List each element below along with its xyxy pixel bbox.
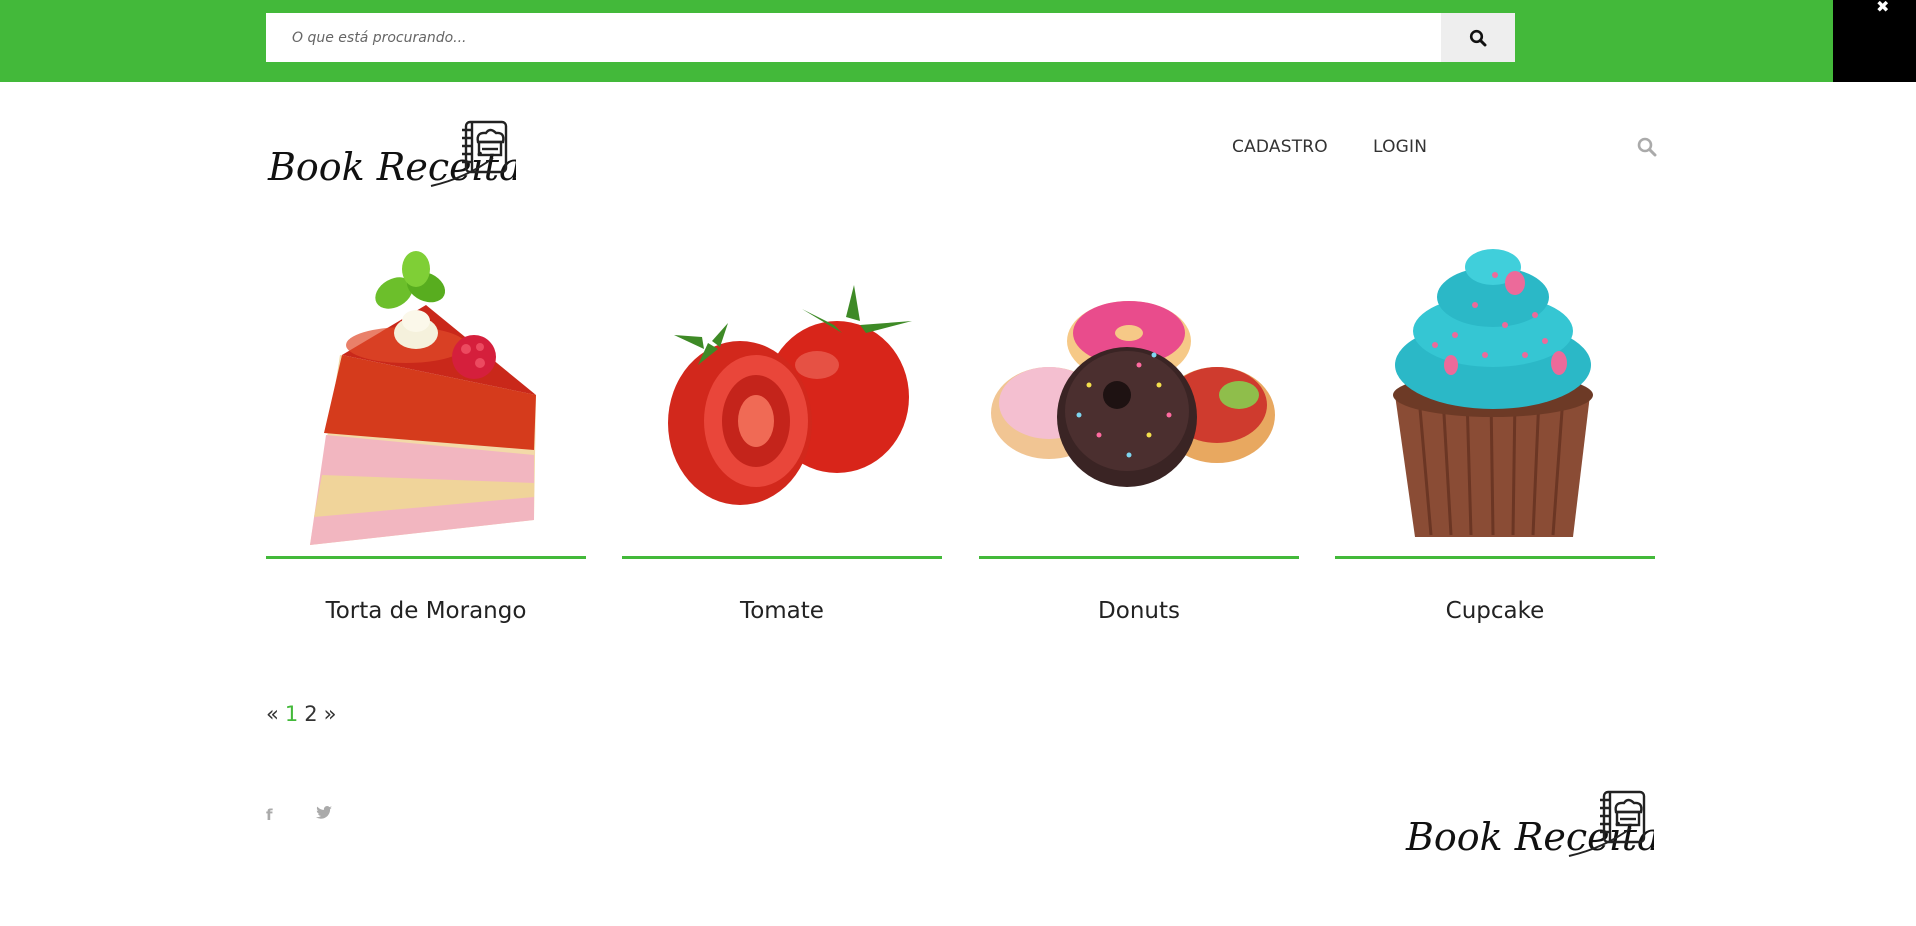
recipe-image-strawberry-cake[interactable] xyxy=(266,245,586,555)
facebook-icon[interactable]: f xyxy=(266,806,273,824)
top-search-bar xyxy=(0,0,1916,82)
recipe-card[interactable]: Cupcake xyxy=(1335,245,1655,640)
recipe-title[interactable]: Cupcake xyxy=(1335,598,1655,624)
recipe-card[interactable]: Torta de Morango xyxy=(266,245,586,640)
recipe-image-donuts[interactable] xyxy=(979,245,1299,555)
pagination-page-2[interactable]: 2 xyxy=(304,702,317,726)
pagination-prev[interactable]: « xyxy=(266,702,279,726)
recipe-image-tomatoes[interactable] xyxy=(622,245,942,555)
pagination: «1 2 » xyxy=(266,702,342,726)
nav-login-link[interactable]: LOGIN xyxy=(1373,137,1427,157)
recipe-image-cupcake[interactable] xyxy=(1335,245,1655,555)
card-divider xyxy=(979,556,1299,559)
close-search-button[interactable]: ✖ xyxy=(1833,0,1916,82)
recipe-title[interactable]: Tomate xyxy=(622,598,942,624)
recipe-title[interactable]: Torta de Morango xyxy=(266,598,586,624)
logo-image: Book Receitas xyxy=(1405,790,1679,859)
close-icon: ✖ xyxy=(1876,0,1890,16)
twitter-icon[interactable] xyxy=(316,806,332,824)
footer-logo[interactable]: Book Receitas xyxy=(1404,786,1679,866)
card-divider xyxy=(266,556,586,559)
header-search-toggle[interactable] xyxy=(1636,136,1658,158)
card-divider xyxy=(622,556,942,559)
recipe-card[interactable]: Tomate xyxy=(622,245,942,640)
recipe-card[interactable]: Donuts xyxy=(979,245,1299,640)
twitter-bird-icon xyxy=(316,806,332,819)
site-logo[interactable]: Book Receitas xyxy=(266,116,541,196)
card-divider xyxy=(1335,556,1655,559)
search-input[interactable] xyxy=(266,13,1441,62)
pagination-next[interactable]: » xyxy=(324,702,337,726)
pagination-page-1[interactable]: 1 xyxy=(285,702,298,726)
search-icon xyxy=(1637,137,1657,157)
logo-image: Book Receitas xyxy=(267,120,541,189)
search-submit-button[interactable] xyxy=(1441,13,1515,62)
recipe-title[interactable]: Donuts xyxy=(979,598,1299,624)
search-icon xyxy=(1469,29,1487,46)
nav-cadastro-link[interactable]: CADASTRO xyxy=(1232,137,1328,157)
